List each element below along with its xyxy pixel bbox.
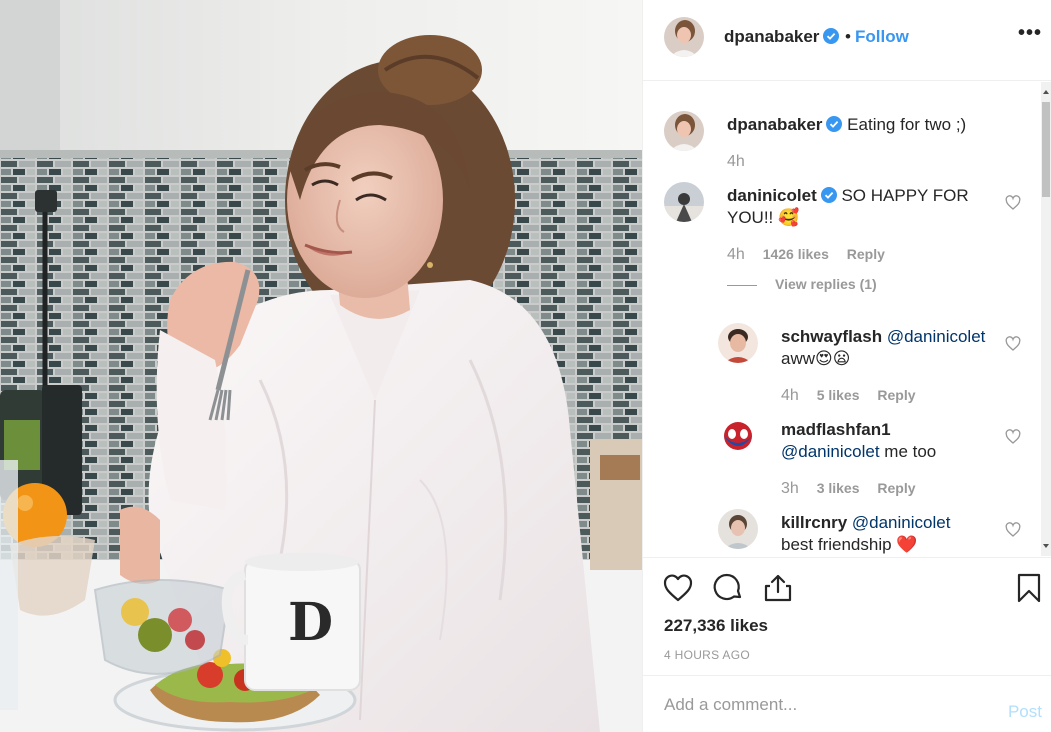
mug-letter: D bbox=[288, 592, 333, 653]
reply-like-heart-icon[interactable] bbox=[1005, 429, 1021, 445]
reply-text: me too bbox=[884, 442, 937, 461]
reply-button[interactable]: Reply bbox=[877, 387, 915, 403]
reply-likes[interactable]: 5 likes bbox=[817, 387, 860, 403]
add-comment-bar: Post bbox=[643, 675, 1051, 732]
post-panel: dpanabaker • Follow ••• dpanabaker Eatin… bbox=[642, 0, 1051, 732]
post-comment-button[interactable]: Post bbox=[1008, 702, 1042, 722]
author-username-text[interactable]: dpanabaker bbox=[724, 27, 819, 46]
comment-likes[interactable]: 1426 likes bbox=[763, 246, 829, 262]
view-replies-button[interactable]: View replies (1) bbox=[727, 276, 877, 292]
reply: madflashfan1 @daninicolet me too bbox=[781, 419, 1011, 463]
reply: killrcnry @daninicolet best friendship ❤… bbox=[781, 512, 1011, 556]
reply-likes[interactable]: 3 likes bbox=[817, 480, 860, 496]
comments-scrollbar[interactable] bbox=[1041, 82, 1051, 556]
reply-author[interactable]: schwayflash bbox=[781, 327, 882, 346]
reply-text: aww😍😦 bbox=[781, 349, 851, 368]
caption-author[interactable]: dpanabaker bbox=[727, 115, 822, 134]
share-icon[interactable] bbox=[762, 572, 794, 604]
comment-avatar[interactable] bbox=[664, 182, 704, 222]
caption-meta: 4h bbox=[727, 153, 745, 171]
reply-time[interactable]: 3h bbox=[781, 480, 799, 497]
reply-button[interactable]: Reply bbox=[877, 480, 915, 496]
comment-icon[interactable] bbox=[712, 572, 744, 604]
reply-like-heart-icon[interactable] bbox=[1005, 336, 1021, 352]
view-replies-label[interactable]: View replies (1) bbox=[775, 276, 877, 292]
reply-avatar[interactable] bbox=[718, 323, 758, 363]
verified-badge-icon bbox=[826, 116, 843, 132]
reply: schwayflash @daninicolet aww😍😦 bbox=[781, 326, 1011, 370]
reply-time[interactable]: 4h bbox=[781, 387, 799, 404]
reply-author[interactable]: killrcnry bbox=[781, 513, 847, 532]
comment-author[interactable]: daninicolet bbox=[727, 186, 817, 205]
post-photo[interactable]: D bbox=[0, 0, 642, 732]
reply-text: best friendship ❤️ bbox=[781, 535, 918, 554]
replies-divider bbox=[727, 284, 757, 286]
scroll-thumb[interactable] bbox=[1042, 102, 1050, 197]
reply-mention[interactable]: @daninicolet bbox=[852, 513, 951, 532]
comment-meta: 4h 1426 likes Reply bbox=[727, 246, 885, 264]
reply-button[interactable]: Reply bbox=[847, 246, 885, 262]
add-comment-input[interactable] bbox=[664, 694, 984, 716]
comment-time[interactable]: 4h bbox=[727, 246, 745, 263]
more-options-icon[interactable]: ••• bbox=[1018, 22, 1042, 45]
action-bar: 227,336 likes 4 HOURS AGO bbox=[643, 557, 1051, 675]
caption-time[interactable]: 4h bbox=[727, 153, 745, 170]
scroll-down-arrow-icon[interactable] bbox=[1043, 544, 1049, 548]
caption-avatar[interactable] bbox=[664, 111, 704, 151]
verified-badge-icon bbox=[820, 187, 837, 203]
post-photo-illustration: D bbox=[0, 0, 642, 732]
post-timestamp[interactable]: 4 HOURS AGO bbox=[664, 648, 750, 662]
author-username[interactable]: dpanabaker bbox=[724, 27, 840, 47]
reply-meta: 4h 5 likes Reply bbox=[781, 387, 916, 405]
verified-badge-icon bbox=[823, 28, 840, 44]
post-header: dpanabaker • Follow ••• bbox=[643, 0, 1051, 81]
separator-dot: • bbox=[845, 27, 851, 46]
reply-mention[interactable]: @daninicolet bbox=[887, 327, 986, 346]
caption-text: Eating for two ;) bbox=[847, 115, 967, 134]
heart-icon[interactable] bbox=[662, 572, 694, 604]
reply-avatar[interactable] bbox=[718, 509, 758, 549]
scroll-up-arrow-icon[interactable] bbox=[1043, 90, 1049, 94]
post-likes-count[interactable]: 227,336 likes bbox=[664, 616, 768, 636]
author-avatar[interactable] bbox=[664, 17, 704, 57]
reply-meta: 3h 3 likes Reply bbox=[781, 480, 916, 498]
bookmark-icon[interactable] bbox=[1013, 572, 1045, 604]
caption: dpanabaker Eating for two ;) bbox=[727, 114, 1027, 136]
follow-button[interactable]: Follow bbox=[855, 27, 909, 47]
comment: daninicolet SO HAPPY FOR YOU!! 🥰 bbox=[727, 185, 1007, 229]
comments-list[interactable]: dpanabaker Eating for two ;) 4h daninico… bbox=[643, 82, 1051, 556]
reply-avatar[interactable] bbox=[718, 416, 758, 456]
reply-like-heart-icon[interactable] bbox=[1005, 522, 1021, 538]
comment-like-heart-icon[interactable] bbox=[1005, 195, 1021, 211]
reply-mention[interactable]: @daninicolet bbox=[781, 442, 880, 461]
reply-author[interactable]: madflashfan1 bbox=[781, 420, 891, 439]
